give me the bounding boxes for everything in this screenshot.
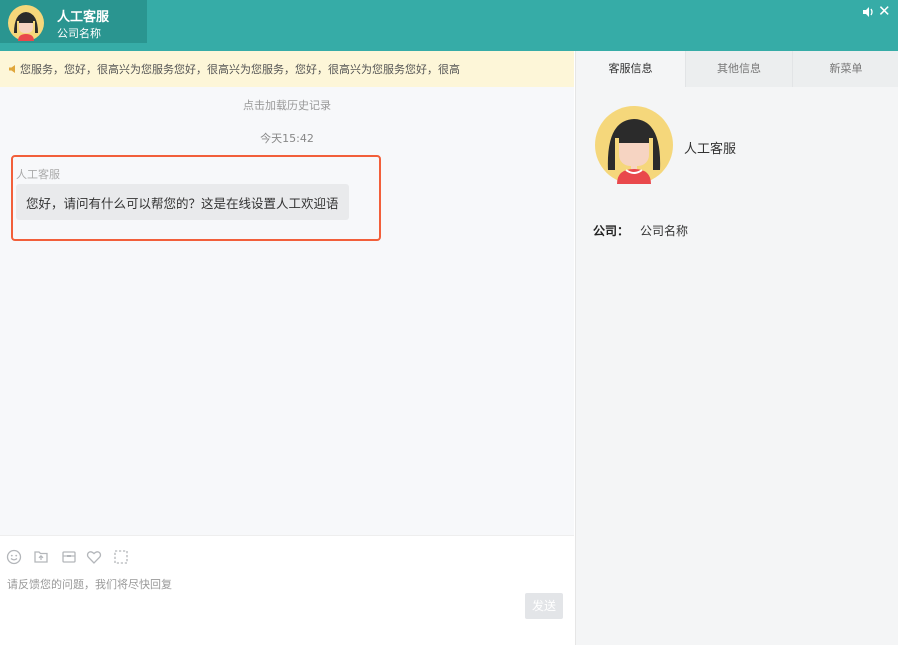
speaker-icon[interactable]: [862, 5, 874, 19]
message-input[interactable]: 请反馈您的问题，我们将尽快回复: [7, 576, 172, 592]
load-history-link[interactable]: 点击加载历史记录: [0, 97, 574, 113]
file-upload-icon[interactable]: [33, 549, 49, 565]
side-tabs: 客服信息 其他信息 新菜单: [576, 51, 898, 87]
notice-bar: 您服务，您好，很高兴为您服务您好，很高兴为您服务，您好，很高兴为您服务您好，很高: [0, 51, 574, 87]
notice-text: 您服务，您好，很高兴为您服务您好，很高兴为您服务，您好，很高兴为您服务您好，很高: [20, 63, 460, 76]
tab-agent-info[interactable]: 客服信息: [576, 51, 685, 87]
message-sender: 人工客服: [16, 168, 60, 181]
tab-new-menu[interactable]: 新菜单: [792, 51, 898, 87]
message-timestamp: 今天15:42: [260, 132, 314, 145]
envelope-icon[interactable]: [61, 549, 77, 565]
emoji-icon[interactable]: [6, 549, 22, 565]
tab-other-info[interactable]: 其他信息: [685, 51, 792, 87]
close-icon[interactable]: ✕: [878, 4, 891, 19]
profile-avatar: [595, 106, 673, 184]
chat-panel: 您服务，您好，很高兴为您服务您好，很高兴为您服务，您好，很高兴为您服务您好，很高…: [0, 51, 574, 645]
agent-name: 人工客服: [57, 10, 110, 25]
profile-name: 人工客服: [684, 142, 737, 157]
agent-company: 公司名称: [57, 27, 101, 40]
megaphone-icon: [9, 65, 15, 73]
agent-card[interactable]: 人工客服 公司名称: [0, 0, 147, 43]
message-bubble: 您好，请问有什么可以帮您的？这是在线设置人工欢迎语: [16, 184, 349, 220]
agent-avatar: [8, 5, 44, 41]
company-label: 公司：: [593, 224, 630, 238]
window-header: 人工客服 公司名称 ✕: [0, 0, 898, 51]
send-button[interactable]: 发送: [525, 593, 563, 619]
side-panel: 客服信息 其他信息 新菜单 人工客服 公司： 公司名称: [575, 51, 898, 645]
company-value: 公司名称: [640, 224, 689, 238]
heart-icon[interactable]: [86, 549, 102, 565]
input-area: 请反馈您的问题，我们将尽快回复 发送: [0, 535, 574, 645]
screenshot-icon[interactable]: [113, 549, 129, 565]
